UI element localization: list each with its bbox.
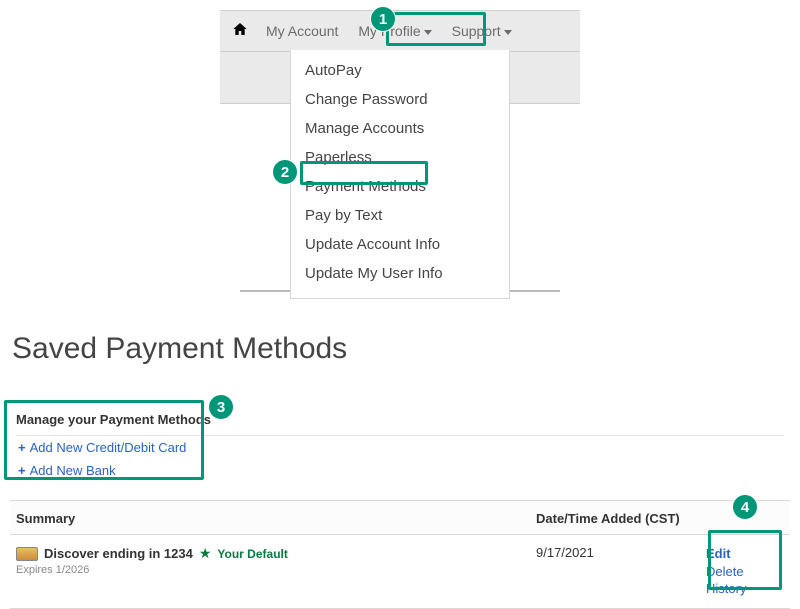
caret-down-icon (424, 30, 432, 35)
action-history[interactable]: History (706, 580, 784, 598)
card-date-added: 9/17/2021 (536, 545, 706, 598)
dropdown-item-autopay[interactable]: AutoPay (291, 56, 509, 85)
dropdown-item-pay-by-text[interactable]: Pay by Text (291, 201, 509, 230)
callout-badge-2: 2 (272, 159, 298, 185)
add-credit-debit-link[interactable]: + Add New Credit/Debit Card (16, 436, 784, 459)
manage-heading: Manage your Payment Methods (16, 412, 784, 427)
dropdown-item-paperless[interactable]: Paperless (291, 143, 509, 172)
nav-my-account-label: My Account (266, 23, 338, 39)
dropdown-item-payment-methods[interactable]: Payment Methods (291, 172, 509, 201)
card-brand-icon (16, 547, 38, 561)
action-edit[interactable]: Edit (706, 545, 784, 563)
col-header-summary: Summary (16, 511, 536, 526)
add-bank-link[interactable]: + Add New Bank (16, 459, 784, 482)
dropdown-item-manage-accounts[interactable]: Manage Accounts (291, 114, 509, 143)
table-row: Discover ending in 1234 ★ Your Default E… (10, 535, 790, 609)
add-bank-label: Add New Bank (30, 463, 116, 478)
home-icon[interactable] (230, 10, 256, 52)
add-card-label: Add New Credit/Debit Card (30, 440, 187, 455)
nav-support[interactable]: Support (442, 10, 522, 52)
caret-down-icon (504, 30, 512, 35)
plus-icon: + (18, 463, 26, 478)
manage-payment-methods-block: Manage your Payment Methods + Add New Cre… (10, 406, 790, 490)
page-title: Saved Payment Methods (12, 332, 788, 366)
card-expires: Expires 1/2026 (16, 564, 536, 576)
action-delete[interactable]: Delete (706, 563, 784, 581)
top-nav-wrap: 1 My Account My Profile Support 2 AutoPa… (220, 10, 580, 292)
callout-badge-3: 3 (208, 394, 234, 420)
nav-my-account[interactable]: My Account (256, 10, 348, 52)
dropdown-item-update-my-user-info[interactable]: Update My User Info (291, 259, 509, 288)
col-header-date: Date/Time Added (CST) (536, 511, 706, 526)
dropdown-item-change-password[interactable]: Change Password (291, 85, 509, 114)
table-header: Summary Date/Time Added (CST) (10, 500, 790, 535)
callout-badge-4: 4 (732, 494, 758, 520)
callout-badge-1: 1 (370, 6, 396, 32)
star-icon: ★ (199, 545, 212, 562)
card-summary-label: Discover ending in 1234 (44, 546, 193, 561)
plus-icon: + (18, 440, 26, 455)
default-badge: Your Default (217, 547, 287, 561)
payment-methods-table: 4 Summary Date/Time Added (CST) Discover… (10, 500, 790, 609)
dropdown-item-update-account-info[interactable]: Update Account Info (291, 230, 509, 259)
navbar: My Account My Profile Support (220, 10, 580, 52)
my-profile-dropdown: AutoPay Change Password Manage Accounts … (290, 50, 510, 299)
nav-support-label: Support (452, 23, 501, 39)
